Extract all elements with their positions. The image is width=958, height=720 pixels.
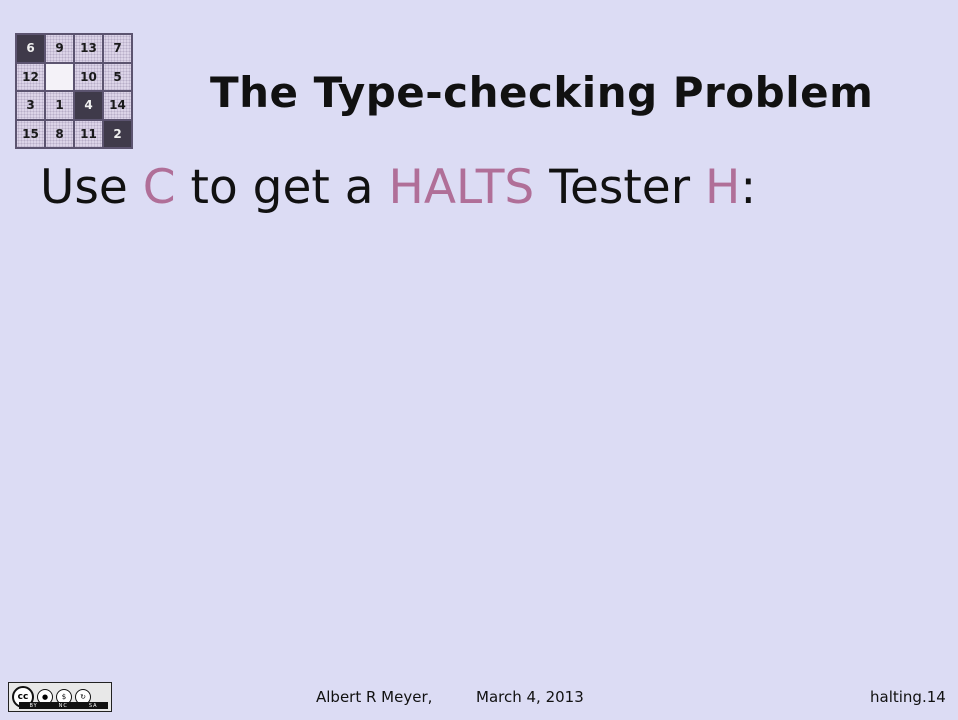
highlight-c: C: [142, 160, 176, 215]
puzzle-tile: 2: [104, 120, 131, 147]
creative-commons-badge: cc ● $ ↻ BY NC SA: [8, 682, 112, 712]
puzzle-tile: 4: [75, 92, 102, 119]
puzzle-tile: 8: [46, 120, 73, 147]
puzzle-tile: 15: [17, 120, 44, 147]
puzzle-tile: 10: [75, 63, 102, 90]
headline-text: Tester: [534, 160, 705, 215]
highlight-h: H: [704, 160, 741, 215]
highlight-halts: HALTS: [388, 160, 535, 215]
puzzle-tile: 14: [104, 92, 131, 119]
puzzle-tile: 6: [17, 35, 44, 62]
puzzle-tile: 11: [75, 120, 102, 147]
puzzle-tile: 13: [75, 35, 102, 62]
fifteen-puzzle-logo: 6 9 13 7 12 10 5 3 1 4 14 15 8 11 2: [15, 33, 133, 149]
puzzle-tile: 3: [17, 92, 44, 119]
puzzle-empty-slot: [46, 63, 73, 90]
footer-date: March 4, 2013: [476, 688, 584, 706]
puzzle-tile: 12: [17, 63, 44, 90]
slide-title: The Type-checking Problem: [210, 68, 874, 117]
puzzle-tile: 7: [104, 35, 131, 62]
license-nc: NC: [58, 702, 68, 709]
headline-text: :: [740, 160, 757, 215]
footer-slide-id: halting.14: [870, 688, 946, 706]
license-by: BY: [29, 702, 38, 709]
puzzle-tile: 1: [46, 92, 73, 119]
headline-text: Use: [40, 160, 143, 215]
puzzle-tile: 5: [104, 63, 131, 90]
headline-text: to get a: [175, 160, 389, 215]
footer-author: Albert R Meyer,: [316, 688, 433, 706]
license-sa: SA: [88, 702, 98, 709]
slide: 6 9 13 7 12 10 5 3 1 4 14 15 8 11 2 The Type-checking …: [0, 0, 958, 720]
puzzle-tile: 9: [46, 35, 73, 62]
slide-headline: Use C to get a HALTS Tester H:: [40, 160, 756, 215]
license-strip: BY NC SA: [19, 702, 108, 709]
